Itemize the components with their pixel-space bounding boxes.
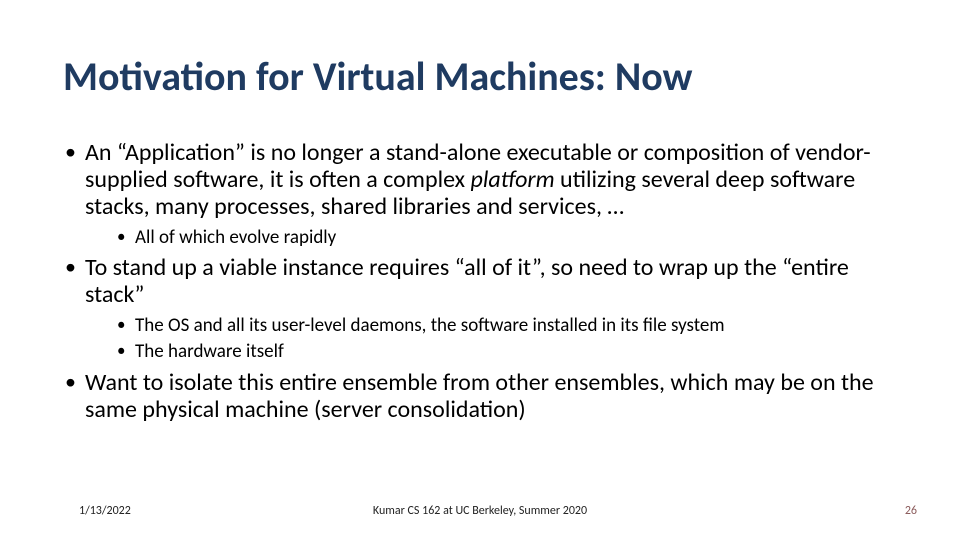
bullet-3: Want to isolate this entire ensemble fro…	[63, 370, 908, 424]
bullet-3-text: Want to isolate this entire ensemble fro…	[85, 368, 874, 424]
bullet-2-text: To stand up a viable instance requires “…	[85, 253, 849, 309]
bullet-list: An “Application” is no longer a stand-al…	[63, 140, 908, 424]
bullet-2-sub-2: The hardware itself	[115, 341, 908, 364]
slide-title: Motivation for Virtual Machines: Now	[63, 52, 692, 101]
bullet-2-sublist: The OS and all its user-level daemons, t…	[85, 315, 908, 364]
bullet-1: An “Application” is no longer a stand-al…	[63, 140, 908, 249]
bullet-2: To stand up a viable instance requires “…	[63, 255, 908, 363]
bullet-1-sub-1: All of which evolve rapidly	[115, 227, 908, 250]
slide: Motivation for Virtual Machines: Now An …	[0, 0, 960, 540]
bullet-1-italic: platform	[470, 165, 554, 194]
bullet-2-sub-1: The OS and all its user-level daemons, t…	[115, 315, 908, 338]
slide-body: An “Application” is no longer a stand-al…	[63, 140, 908, 430]
footer-center: Kumar CS 162 at UC Berkeley, Summer 2020	[0, 504, 960, 518]
bullet-1-sublist: All of which evolve rapidly	[85, 227, 908, 250]
footer-page-number: 26	[905, 504, 917, 518]
footer: 1/13/2022 Kumar CS 162 at UC Berkeley, S…	[0, 498, 960, 518]
